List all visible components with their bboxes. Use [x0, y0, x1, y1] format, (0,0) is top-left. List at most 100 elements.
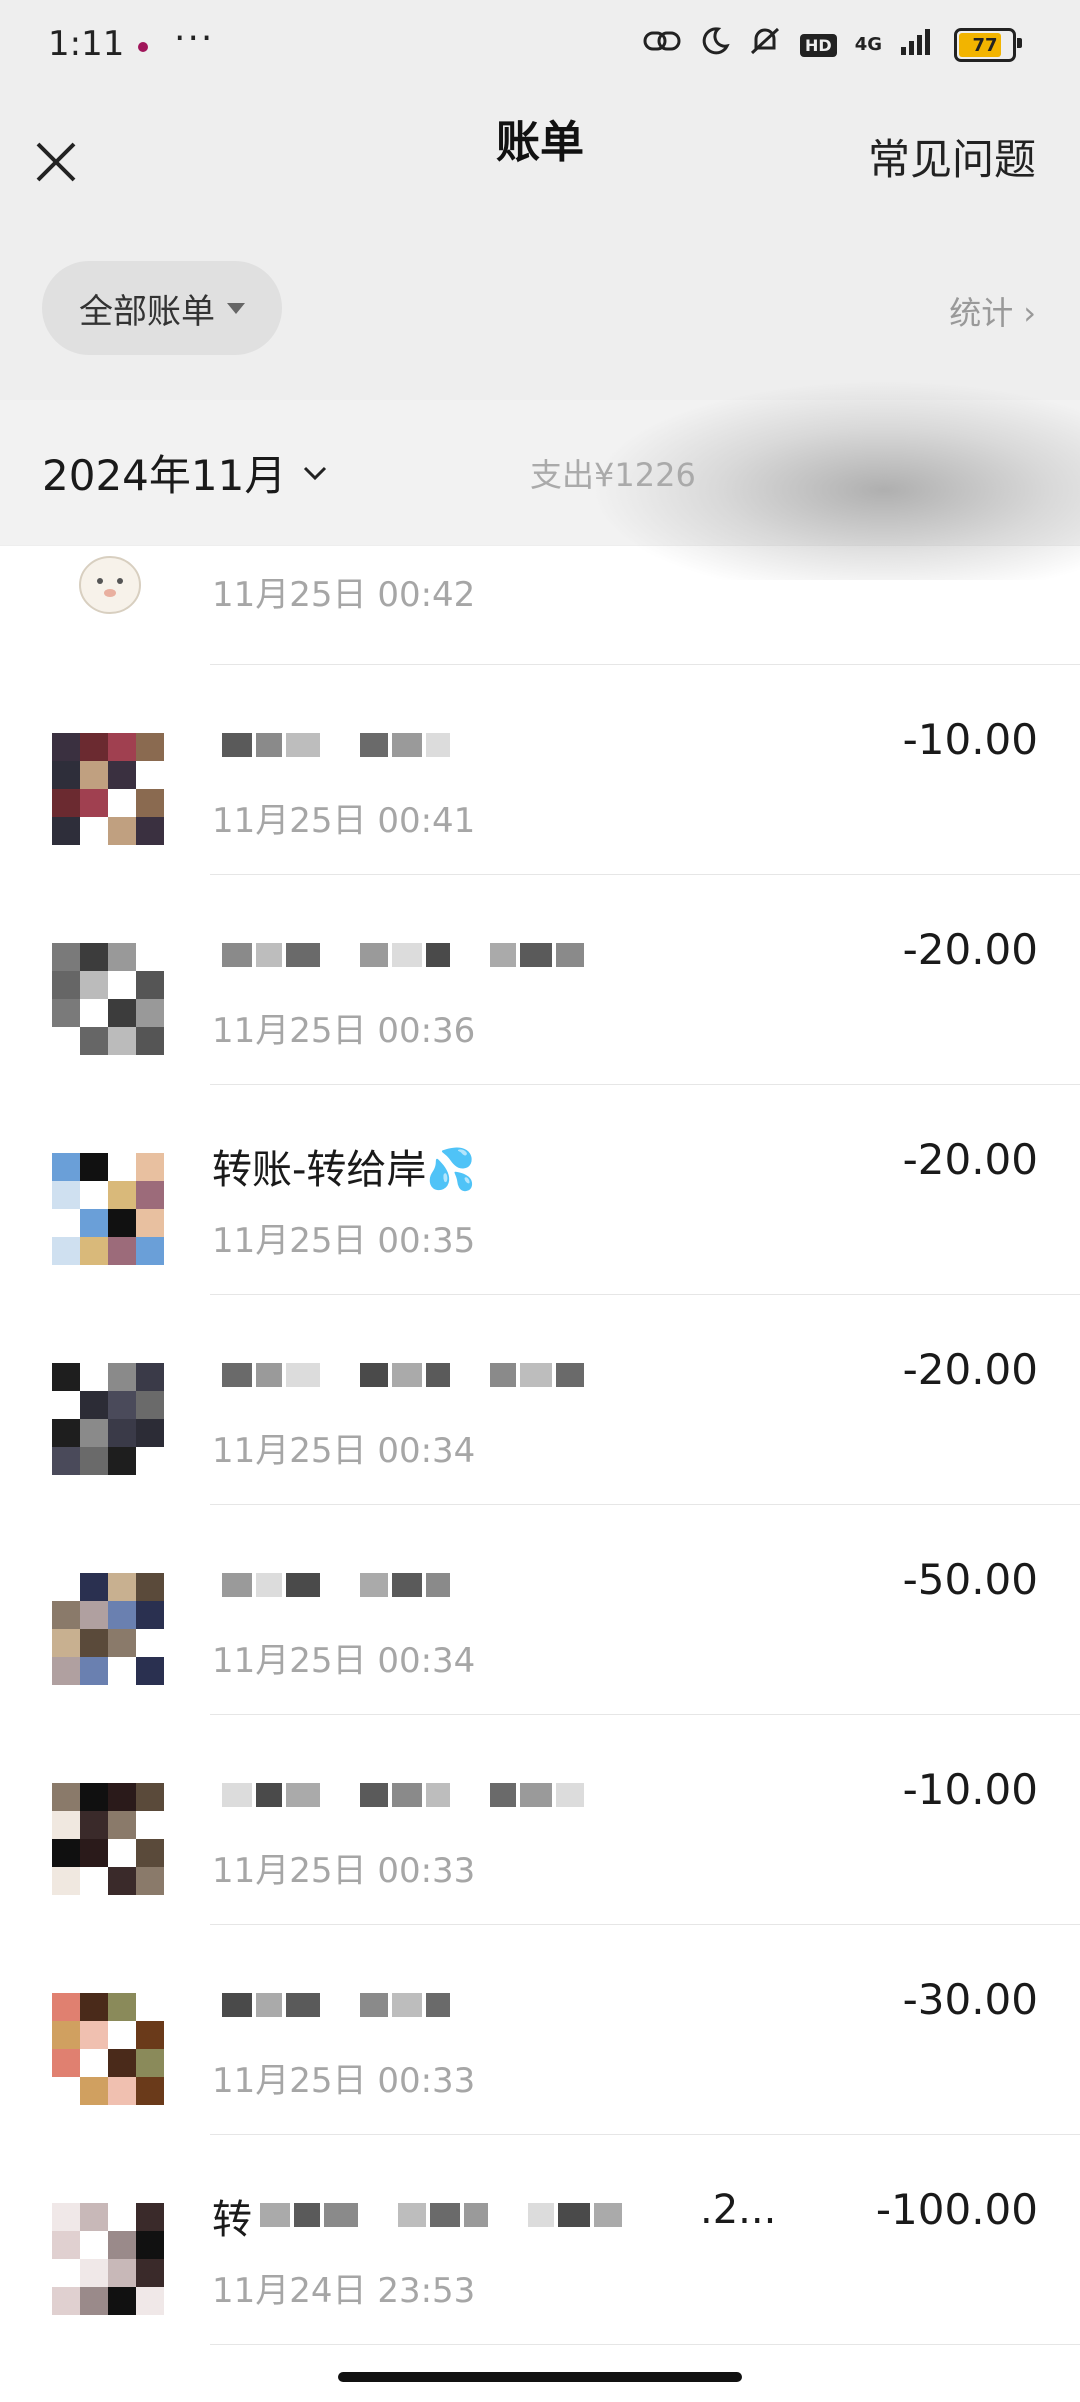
avatar-pixel — [136, 971, 164, 999]
list-item[interactable]: 11月25日 00:34 -20.00 — [0, 1295, 1080, 1505]
avatar-pixel — [80, 1209, 108, 1237]
avatar-pixel — [52, 1867, 80, 1895]
redacted-text-block — [490, 1783, 516, 1807]
entry-title: 转账-转给岸💦 — [212, 1147, 477, 1193]
avatar-pixel — [108, 1783, 136, 1811]
avatar-pixel — [136, 2259, 164, 2287]
redacted-text-block — [360, 1363, 388, 1387]
list-item[interactable]: 11月25日 00:33 -10.00 — [0, 1715, 1080, 1925]
avatar-pixel — [80, 789, 108, 817]
more-notifications-icon: ··· — [174, 18, 215, 59]
avatar-pixel — [136, 1237, 164, 1265]
avatar-pixel — [108, 2077, 136, 2105]
avatar-pixel — [108, 999, 136, 1027]
redacted-text-block — [392, 1573, 422, 1597]
entry-time: 11月25日 00:35 — [212, 1221, 476, 1261]
avatar-pixel — [136, 1027, 164, 1055]
redacted-text-block — [360, 733, 388, 757]
avatar-pixel — [136, 2287, 164, 2315]
avatar-pixel — [52, 2287, 80, 2315]
avatar-pixel — [108, 1447, 136, 1475]
redacted-text-block — [392, 1993, 422, 2017]
avatar-pixel — [136, 2077, 164, 2105]
redacted-text-block — [222, 1363, 252, 1387]
redacted-text-block — [360, 1993, 388, 2017]
list-item[interactable]: 11月25日 00:36 -20.00 — [0, 875, 1080, 1085]
avatar-pixel — [80, 943, 108, 971]
entry-time: 11月25日 00:34 — [212, 1641, 476, 1681]
avatar-pixel — [80, 1153, 108, 1181]
list-item[interactable]: 11月25日 00:41 -10.00 — [0, 665, 1080, 875]
avatar-pixel — [52, 943, 80, 971]
redacted-text-block — [594, 2203, 622, 2227]
avatar-pixel — [108, 2259, 136, 2287]
redacted-text-block — [256, 1993, 282, 2017]
avatar-pixel — [136, 2049, 164, 2077]
avatar-pixel — [52, 789, 80, 817]
avatar-pixel — [52, 1811, 80, 1839]
moon-icon — [700, 26, 730, 64]
avatar-pixel — [136, 2203, 164, 2231]
statistics-link[interactable]: 统计 › — [949, 288, 1036, 334]
avatar-pixel — [108, 1209, 136, 1237]
redacted-text-block — [360, 943, 388, 967]
home-indicator[interactable] — [338, 2372, 742, 2382]
entry-time: 11月24日 23:53 — [212, 2271, 476, 2311]
avatar-pixel — [80, 2287, 108, 2315]
divider — [210, 2344, 1080, 2345]
avatar-pixel — [108, 1419, 136, 1447]
avatar-pixel — [80, 2203, 108, 2231]
list-item[interactable]: 转 .2... 11月24日 23:53 -100.00 — [0, 2135, 1080, 2345]
entry-amount: -100.00 — [875, 2185, 1038, 2234]
entry-amount: -20.00 — [902, 1135, 1038, 1184]
hd-badge: HD — [800, 33, 837, 57]
avatar-pixel — [136, 1657, 164, 1685]
avatar-pixel — [136, 1601, 164, 1629]
entry-amount: -50.00 — [902, 1555, 1038, 1604]
avatar-pixel — [108, 733, 136, 761]
list-item[interactable]: 11月25日 00:33 -30.00 — [0, 1925, 1080, 2135]
avatar-pixel — [52, 1783, 80, 1811]
filter-label: 全部账单 — [79, 291, 215, 332]
avatar-pixel — [80, 1601, 108, 1629]
avatar-pixel — [136, 1363, 164, 1391]
redacted-text-block — [426, 733, 450, 757]
entry-amount: -20.00 — [902, 1345, 1038, 1394]
redacted-text-block — [398, 2203, 426, 2227]
entry-title-suffix: .2... — [700, 2187, 777, 2233]
redacted-text-block — [426, 943, 450, 967]
all-bills-filter-button[interactable]: 全部账单 — [42, 261, 282, 355]
avatar-pixel — [136, 1209, 164, 1237]
month-selector[interactable]: 2024年11月 — [42, 442, 330, 503]
redacted-text-block — [286, 1993, 320, 2017]
entry-amount: -10.00 — [902, 1765, 1038, 1814]
entry-time: 11月25日 00:34 — [212, 1431, 476, 1471]
signal-icon — [900, 27, 936, 63]
redacted-text-block — [256, 943, 282, 967]
avatar-pixel — [136, 999, 164, 1027]
redacted-text-block — [558, 2203, 590, 2227]
avatar-pixel — [52, 2203, 80, 2231]
avatar — [42, 1985, 192, 2110]
avatar — [42, 1145, 192, 1270]
avatar — [42, 1565, 192, 1690]
avatar-pixel — [108, 817, 136, 845]
avatar-pixel — [136, 1839, 164, 1867]
avatar-pixel — [52, 1839, 80, 1867]
statistics-label: 统计 — [949, 294, 1014, 332]
redacted-text-block — [256, 1783, 282, 1807]
avatar-pixel — [136, 1783, 164, 1811]
avatar-pixel — [136, 1153, 164, 1181]
avatar — [62, 545, 158, 621]
avatar-pixel — [80, 1419, 108, 1447]
faq-link[interactable]: 常见问题 — [868, 126, 1036, 187]
list-item[interactable]: 11月25日 00:42 — [0, 545, 1080, 665]
redacted-text-block — [256, 733, 282, 757]
redacted-text-block — [430, 2203, 460, 2227]
avatar-pixel — [52, 1601, 80, 1629]
avatar-pixel — [108, 2049, 136, 2077]
list-item[interactable]: 转账-转给岸💦 11月25日 00:35 -20.00 — [0, 1085, 1080, 1295]
caret-down-icon — [227, 302, 245, 314]
redacted-text-block — [392, 1363, 422, 1387]
list-item[interactable]: 11月25日 00:34 -50.00 — [0, 1505, 1080, 1715]
